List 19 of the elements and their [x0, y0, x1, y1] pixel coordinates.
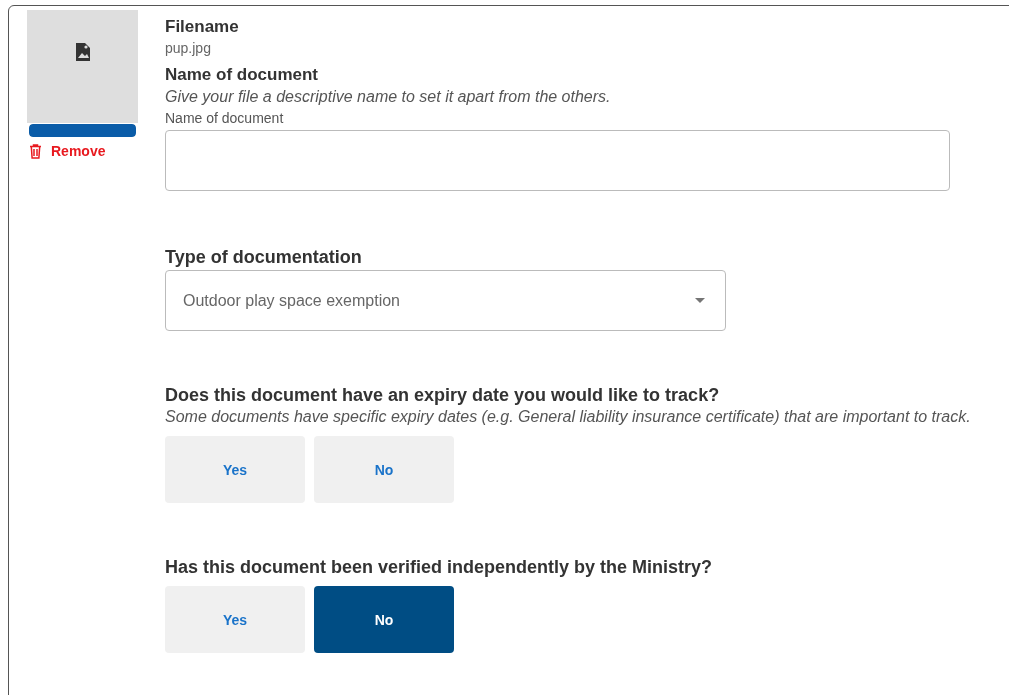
- type-dropdown[interactable]: Outdoor play space exemption: [165, 270, 726, 331]
- choice-button[interactable]: No: [314, 586, 454, 653]
- question-hint: Some documents have specific expiry dates (e.g. General liability insurance certificate) that are important to track.: [165, 407, 971, 427]
- filename-text: pup.jpg: [165, 39, 211, 58]
- choice-button[interactable]: No: [314, 436, 454, 503]
- filename-heading: Filename: [165, 16, 239, 38]
- field-heading: Name of document: [165, 64, 319, 86]
- caret-icon: [695, 298, 705, 303]
- question-text: Has this document been verified independently by the Ministry?: [165, 556, 713, 578]
- choice-button[interactable]: Yes: [165, 436, 305, 503]
- remove-button[interactable]: Remove: [29, 143, 106, 159]
- name-input-field[interactable]: [165, 130, 950, 191]
- choice-button[interactable]: Yes: [165, 586, 305, 653]
- trash-icon: [29, 143, 42, 159]
- question-text: Does this document have an expiry date you would like to track?: [165, 384, 720, 406]
- image-file-icon: [74, 41, 91, 62]
- field-hint: Give your file a descriptive name to set it apart from the others.: [165, 87, 611, 107]
- field-label: Name of document: [165, 109, 284, 128]
- field-heading: Type of documentation: [165, 246, 362, 268]
